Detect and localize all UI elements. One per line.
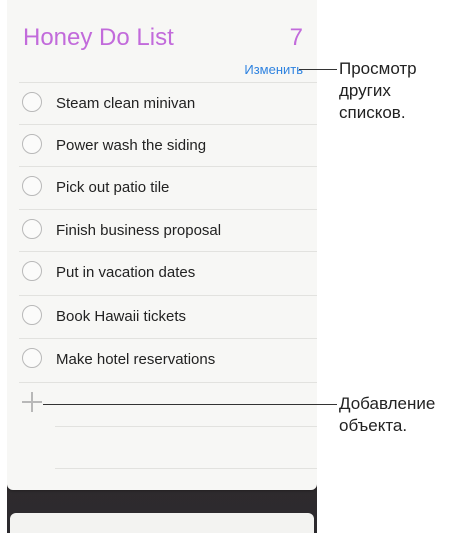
callout-text: Просмотр — [339, 59, 417, 78]
reminders-screen: Honey Do List 7 Изменить Steam clean min… — [7, 0, 317, 533]
checkbox-circle-icon[interactable] — [22, 134, 42, 154]
checkbox-circle-icon[interactable] — [22, 176, 42, 196]
add-item-plus-icon[interactable] — [22, 392, 42, 412]
list-item[interactable]: Pick out patio tile — [19, 166, 317, 209]
checkbox-circle-icon[interactable] — [22, 219, 42, 239]
callout-view-lists: Просмотр других списков. — [339, 58, 417, 124]
list-item[interactable]: Book Hawaii tickets — [19, 295, 317, 338]
item-label[interactable]: Make hotel reservations — [56, 351, 215, 368]
checkbox-circle-icon[interactable] — [22, 261, 42, 281]
item-label[interactable]: Finish business proposal — [56, 222, 221, 239]
row-divider — [55, 468, 317, 469]
callout-line-edit — [299, 69, 337, 70]
callout-line-add — [43, 404, 337, 405]
list-item[interactable]: Finish business proposal — [19, 209, 317, 252]
list-item[interactable]: Put in vacation dates — [19, 251, 317, 294]
checkbox-circle-icon[interactable] — [22, 305, 42, 325]
callout-text: списков. — [339, 103, 406, 122]
list-item[interactable]: Make hotel reservations — [19, 338, 317, 381]
list-card: Honey Do List 7 Изменить Steam clean min… — [7, 0, 317, 490]
row-divider — [19, 382, 317, 383]
checkbox-circle-icon[interactable] — [22, 348, 42, 368]
row-divider — [55, 426, 317, 427]
callout-text: других — [339, 81, 391, 100]
item-label[interactable]: Pick out patio tile — [56, 179, 169, 196]
item-label[interactable]: Power wash the siding — [56, 137, 206, 154]
edit-button[interactable]: Изменить — [244, 62, 303, 77]
callout-text: объекта. — [339, 416, 408, 435]
item-label[interactable]: Book Hawaii tickets — [56, 308, 186, 325]
list-item[interactable]: Power wash the siding — [19, 124, 317, 167]
item-label[interactable]: Put in vacation dates — [56, 264, 195, 281]
checkbox-circle-icon[interactable] — [22, 92, 42, 112]
callout-add-item: Добавление объекта. — [339, 393, 435, 437]
next-list-card[interactable] — [10, 513, 314, 533]
list-item[interactable]: Steam clean minivan — [19, 82, 317, 125]
list-title[interactable]: Honey Do List — [23, 24, 174, 52]
item-label[interactable]: Steam clean minivan — [56, 95, 195, 112]
callout-text: Добавление — [339, 394, 436, 413]
item-count: 7 — [289, 24, 303, 51]
